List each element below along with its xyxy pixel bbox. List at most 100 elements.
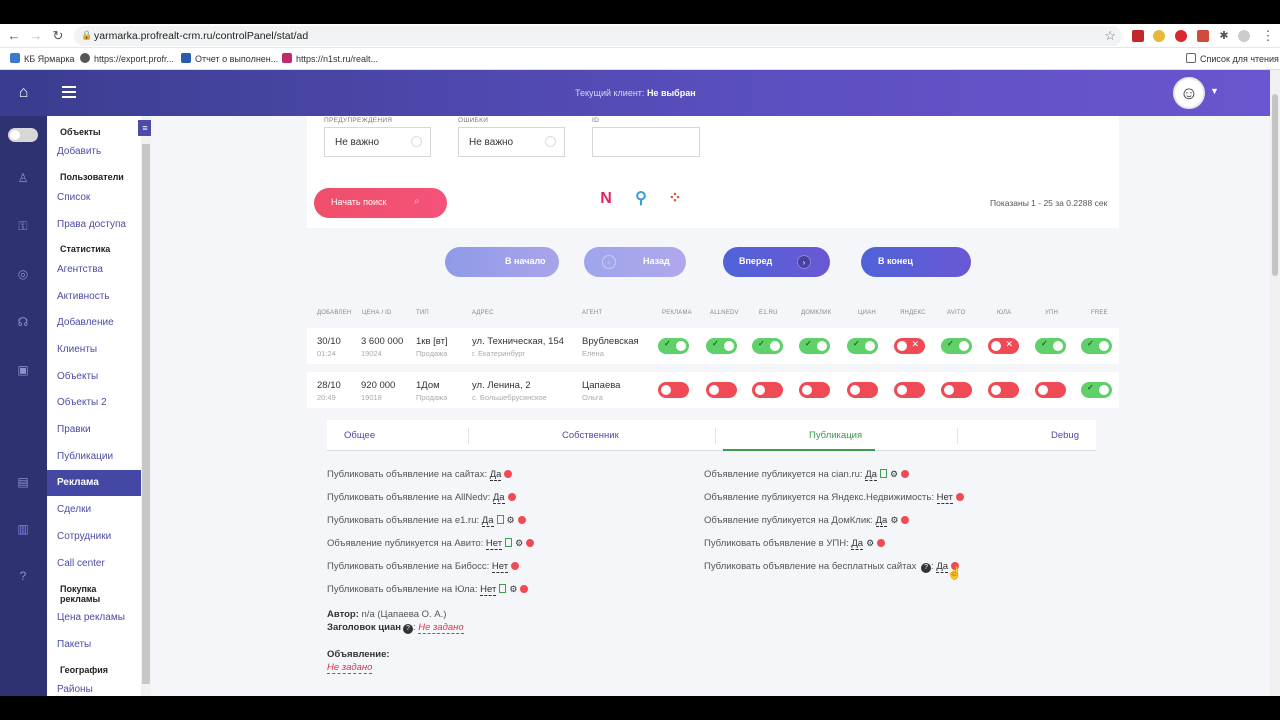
pdf-extension-icon[interactable] [1132, 30, 1144, 42]
menu-item-ads[interactable]: Реклама [47, 470, 141, 496]
menu-item-deals[interactable]: Сделки [57, 504, 91, 515]
dots-logo-icon[interactable]: ⁘ [664, 188, 686, 210]
publication-line-value[interactable]: Нет [491, 561, 509, 573]
table-row[interactable]: 30/10 01:24 3 600 000 19024 1кв [вт] Продажа у… [307, 328, 1119, 364]
publish-toggle[interactable] [847, 382, 878, 398]
publish-toggle[interactable] [658, 382, 689, 398]
n1-logo-icon[interactable]: N [595, 188, 617, 210]
mail-extension-icon[interactable] [1197, 30, 1209, 42]
key-icon[interactable]: ⚿ [15, 218, 31, 234]
calendar-check-icon[interactable]: ▣ [15, 362, 31, 378]
publication-line-value[interactable]: Нет [480, 584, 497, 596]
publication-line-value[interactable]: Нет [936, 492, 953, 504]
publish-toggle[interactable]: ✓ [941, 338, 972, 354]
user-icon[interactable]: ♙ [15, 170, 31, 186]
home-icon[interactable]: ⌂ [0, 70, 47, 116]
headset-icon[interactable]: ☊ [15, 314, 31, 330]
menu-item-staff[interactable]: Сотрудники [57, 531, 111, 542]
adblock-icon[interactable] [1175, 30, 1187, 42]
forward-icon[interactable]: → [28, 28, 44, 44]
back-button[interactable]: ‹ Назад [584, 247, 686, 277]
map-pin-logo-icon[interactable]: ⚲ [630, 188, 652, 210]
menu-item-access[interactable]: Права доступа [57, 219, 126, 230]
help-icon[interactable]: ? [402, 624, 413, 634]
bookmark-item[interactable]: https://n1st.ru/realt... [282, 53, 378, 64]
gear-icon[interactable]: ⚙ [890, 469, 898, 480]
publish-toggle[interactable] [752, 382, 783, 398]
bookmark-star-icon[interactable]: ☆ [1104, 28, 1116, 44]
menu-item-callcenter[interactable]: Call center [57, 558, 105, 569]
publish-toggle[interactable]: ✓ [1035, 338, 1066, 354]
bookmark-item[interactable]: https://export.profr... [80, 53, 174, 64]
publish-toggle[interactable] [988, 382, 1019, 398]
page-scroll-thumb[interactable] [1272, 94, 1278, 276]
publish-toggle[interactable]: ✓ [1081, 382, 1112, 398]
publish-toggle[interactable] [1035, 382, 1066, 398]
start-search-button[interactable]: Начать поиск ⌕ [314, 188, 447, 218]
menu-item-activity[interactable]: Активность [57, 291, 110, 302]
menu-scroll-thumb[interactable] [142, 144, 150, 684]
menu-item-publications[interactable]: Публикации [57, 451, 113, 462]
hamburger-menu-icon[interactable] [62, 86, 76, 98]
document-icon[interactable] [499, 584, 507, 593]
gear-icon[interactable]: ⚙ [507, 515, 515, 526]
publish-toggle[interactable]: ✓ [1081, 338, 1112, 354]
publish-toggle[interactable]: ✓ [799, 338, 830, 354]
publish-toggle[interactable] [799, 382, 830, 398]
menu-item-objects-2[interactable]: Объекты 2 [57, 397, 107, 408]
table-row[interactable]: 28/10 20:49 920 000 19018 1Дом Продажа ул. Лен… [307, 372, 1119, 408]
extensions-puzzle-icon[interactable]: ✱ [1216, 28, 1232, 44]
first-page-button[interactable]: В начало [445, 247, 559, 277]
publish-toggle[interactable] [941, 382, 972, 398]
address-bar[interactable]: 🔒 yarmarka.profrealt-crm.ru/controlPanel… [74, 26, 1122, 46]
publish-toggle[interactable]: ✓ [658, 338, 689, 354]
menu-scrollbar[interactable]: ≡ [138, 116, 152, 696]
publication-line-value[interactable]: Да [865, 469, 877, 481]
tab-owner[interactable]: Собственник [562, 430, 619, 441]
publication-line-value[interactable]: Да [875, 515, 888, 527]
publish-toggle[interactable] [894, 382, 925, 398]
menu-item-objects[interactable]: Объекты [57, 371, 98, 382]
errors-select[interactable]: Не важно [458, 127, 565, 157]
gear-icon[interactable]: ⚙ [866, 538, 874, 549]
menu-item-agencies[interactable]: Агентства [57, 264, 103, 275]
menu-collapse-icon[interactable]: ≡ [138, 120, 152, 136]
reload-icon[interactable]: ↻ [50, 28, 66, 44]
publication-line-value[interactable]: Да [851, 538, 864, 550]
billing-icon[interactable]: ▤ [15, 474, 31, 490]
chart-icon[interactable]: ▥ [15, 521, 31, 537]
gear-icon[interactable]: ⚙ [515, 538, 523, 549]
last-page-button[interactable]: В конец [861, 247, 971, 277]
menu-item-clients[interactable]: Клиенты [57, 344, 97, 355]
publish-toggle[interactable]: ✓ [752, 338, 783, 354]
chevron-down-icon[interactable]: ▼ [1210, 86, 1219, 96]
gear-icon[interactable]: ⚙ [509, 584, 517, 595]
publication-line-value[interactable]: Да [489, 469, 502, 481]
menu-item-price[interactable]: Цена рекламы [57, 612, 125, 623]
tab-general[interactable]: Общее [344, 430, 375, 441]
id-input[interactable] [592, 127, 700, 157]
bookmark-item[interactable]: Отчет о выполнен... [181, 53, 278, 64]
tab-debug[interactable]: Debug [1051, 430, 1079, 441]
forward-button[interactable]: Вперед › [723, 247, 830, 277]
menu-item-add[interactable]: Добавить [57, 146, 101, 157]
cian-title-value[interactable]: Не задано [418, 622, 464, 634]
publish-toggle[interactable]: ✓ [706, 338, 737, 354]
warnings-select[interactable]: Не важно [324, 127, 431, 157]
sidebar-toggle[interactable] [8, 128, 38, 142]
page-scrollbar[interactable] [1270, 70, 1280, 696]
gear-icon[interactable]: ⚙ [890, 515, 898, 526]
menu-item-list[interactable]: Список [57, 192, 90, 203]
browser-menu-icon[interactable]: ⋮ [1260, 28, 1276, 44]
back-icon[interactable]: ← [6, 28, 22, 44]
bookmark-item[interactable]: КБ Ярмарка [10, 53, 75, 64]
support-icon[interactable]: ◎ [15, 266, 31, 282]
publish-toggle[interactable]: ✕ [894, 338, 925, 354]
menu-item-packages[interactable]: Пакеты [57, 639, 91, 650]
menu-item-adding[interactable]: Добавление [57, 317, 114, 328]
publication-line-value[interactable]: Да [492, 492, 505, 504]
document-icon[interactable] [505, 538, 513, 547]
document-icon[interactable] [879, 469, 887, 478]
publication-line-value[interactable]: Нет [485, 538, 503, 550]
publish-toggle[interactable]: ✓ [847, 338, 878, 354]
